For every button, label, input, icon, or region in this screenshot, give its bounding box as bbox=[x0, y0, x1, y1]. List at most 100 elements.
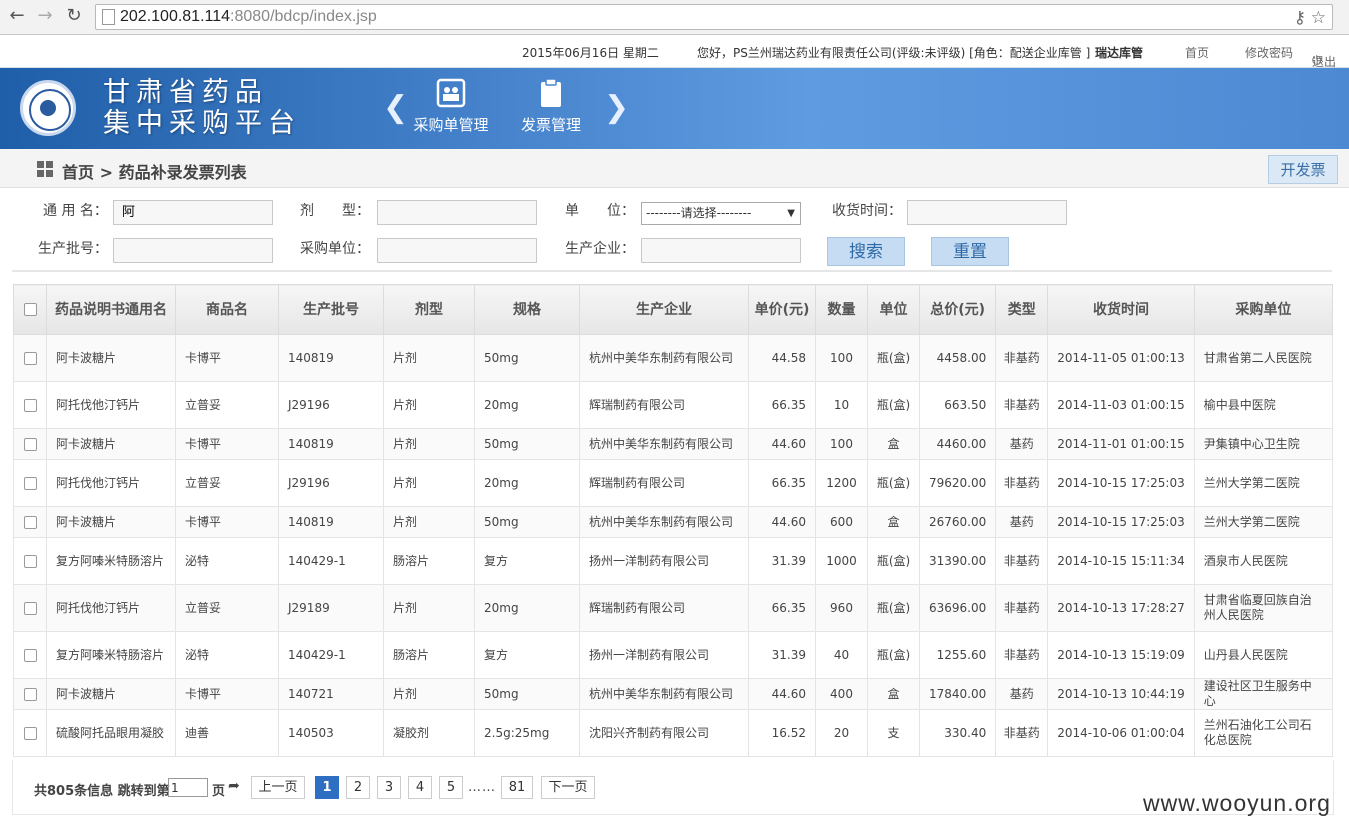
page-button-1[interactable]: 1 bbox=[315, 776, 339, 799]
page-button-4[interactable]: 4 bbox=[408, 776, 432, 799]
cell-unit: 支 bbox=[867, 709, 920, 757]
table-row[interactable]: 硫酸阿托品眼用凝胶 迪善 140503 凝胶剂 2.5g:25mg 沈阳兴齐制药有限公司 1… bbox=[13, 709, 1334, 757]
table-row[interactable]: 阿卡波糖片 卡博平 140819 片剂 50mg 杭州中美华东制药有限公司 44.60 100… bbox=[13, 428, 1334, 460]
cell-total-price: 330.40 bbox=[918, 709, 997, 757]
row-checkbox[interactable] bbox=[23, 601, 37, 615]
go-arrow-icon[interactable]: ➦ bbox=[228, 778, 240, 794]
col-unit-price: 单价(元) bbox=[748, 284, 816, 335]
cell-manufacturer: 扬州一洋制药有限公司 bbox=[579, 537, 749, 585]
key-icon[interactable]: ⚷ bbox=[1294, 8, 1306, 27]
row-select-cell bbox=[13, 584, 47, 632]
change-password-link[interactable]: 修改密码 bbox=[1245, 44, 1293, 61]
breadcrumb-home[interactable]: 首页 bbox=[62, 163, 94, 182]
page-button-5[interactable]: 5 bbox=[439, 776, 463, 799]
table-row[interactable]: 阿卡波糖片 卡博平 140819 片剂 50mg 杭州中美华东制药有限公司 44.58 100… bbox=[13, 334, 1334, 382]
search-form: 通 用 名： 阿 剂 型： 单 位： --------请选择-------- ▼… bbox=[12, 188, 1332, 272]
last-page-button[interactable]: 81 bbox=[501, 776, 533, 799]
cell-quantity: 10 bbox=[815, 381, 868, 429]
cell-purchaser: 兰州大学第二医院 bbox=[1193, 459, 1334, 507]
table-row[interactable]: 阿卡波糖片 卡博平 140819 片剂 50mg 杭州中美华东制药有限公司 44.60 600… bbox=[13, 506, 1334, 538]
menu-invoice-management[interactable]: 发票管理 bbox=[501, 78, 601, 135]
cell-manufacturer: 杭州中美华东制药有限公司 bbox=[579, 428, 749, 460]
cell-unit: 瓶(盒) bbox=[867, 381, 920, 429]
cell-purchaser: 兰州石油化工公司石化总医院 bbox=[1193, 709, 1334, 757]
row-checkbox[interactable] bbox=[23, 687, 37, 701]
table-row[interactable]: 复方阿嗪米特肠溶片 泌特 140429-1 肠溶片 复方 扬州一洋制药有限公司 31.39 4… bbox=[13, 631, 1334, 679]
cell-quantity: 100 bbox=[815, 334, 868, 382]
row-checkbox[interactable] bbox=[23, 554, 37, 568]
cell-spec: 50mg bbox=[474, 506, 580, 538]
cell-brand-name: 卡博平 bbox=[175, 678, 279, 710]
cell-quantity: 400 bbox=[815, 678, 868, 710]
prev-page-button[interactable]: 上一页 bbox=[251, 776, 305, 799]
reset-button[interactable]: 重置 bbox=[931, 237, 1009, 266]
cell-generic-name: 阿卡波糖片 bbox=[46, 678, 176, 710]
page-button-2[interactable]: 2 bbox=[346, 776, 370, 799]
star-icon[interactable]: ☆ bbox=[1311, 8, 1326, 27]
table-row[interactable]: 阿托伐他汀钙片 立普妥 J29196 片剂 20mg 辉瑞制药有限公司 66.35 1200 瓶… bbox=[13, 459, 1334, 507]
menu-purchase-orders[interactable]: 采购单管理 bbox=[401, 78, 501, 135]
clipboard-icon bbox=[541, 78, 561, 107]
cell-receive-time: 2014-10-13 15:19:09 bbox=[1047, 631, 1195, 679]
dropdown-caret-icon: ▼ bbox=[787, 208, 795, 219]
row-checkbox[interactable] bbox=[23, 476, 37, 490]
manufacturer-input[interactable] bbox=[641, 238, 801, 263]
cell-type: 非基药 bbox=[995, 537, 1049, 585]
cell-spec: 20mg bbox=[474, 584, 580, 632]
cell-batch: J29196 bbox=[278, 381, 384, 429]
cell-manufacturer: 沈阳兴齐制药有限公司 bbox=[579, 709, 749, 757]
cell-batch: J29189 bbox=[278, 584, 384, 632]
page-jump-input[interactable]: 1 bbox=[168, 778, 208, 797]
col-batch: 生产批号 bbox=[278, 284, 384, 335]
row-select-cell bbox=[13, 678, 47, 710]
cell-batch: 140819 bbox=[278, 428, 384, 460]
cell-type: 基药 bbox=[995, 428, 1049, 460]
forward-icon[interactable]: → bbox=[34, 5, 56, 27]
cell-receive-time: 2014-10-06 01:00:04 bbox=[1047, 709, 1195, 757]
table-row[interactable]: 阿托伐他汀钙片 立普妥 J29196 片剂 20mg 辉瑞制药有限公司 66.35 10 瓶(盒… bbox=[13, 381, 1334, 429]
row-select-cell bbox=[13, 334, 47, 382]
next-page-button[interactable]: 下一页 bbox=[541, 776, 595, 799]
url-path: :8080/bdcp/index.jsp bbox=[230, 8, 377, 25]
select-all-checkbox[interactable] bbox=[23, 303, 37, 316]
cell-unit: 盒 bbox=[867, 428, 920, 460]
row-checkbox[interactable] bbox=[23, 648, 37, 662]
receive-time-input[interactable] bbox=[907, 200, 1067, 225]
row-checkbox[interactable] bbox=[23, 437, 37, 451]
cell-receive-time: 2014-11-01 01:00:15 bbox=[1047, 428, 1195, 460]
menu-next-arrow-icon[interactable]: ❯ bbox=[604, 93, 629, 123]
invoice-table: 药品说明书通用名 商品名 生产批号 剂型 规格 生产企业 单价(元) 数量 单位… bbox=[13, 284, 1334, 757]
search-button[interactable]: 搜索 bbox=[827, 237, 905, 266]
generic-name-input[interactable]: 阿 bbox=[113, 200, 273, 225]
row-checkbox[interactable] bbox=[23, 398, 37, 412]
page-button-3[interactable]: 3 bbox=[377, 776, 401, 799]
dosage-form-input[interactable] bbox=[377, 200, 537, 225]
back-icon[interactable]: ← bbox=[6, 5, 28, 27]
row-checkbox[interactable] bbox=[23, 726, 37, 740]
cell-quantity: 960 bbox=[815, 584, 868, 632]
cell-total-price: 4460.00 bbox=[918, 428, 997, 460]
grid-icon bbox=[37, 161, 53, 177]
issue-invoice-button[interactable]: 开发票 bbox=[1268, 155, 1338, 184]
table-row[interactable]: 阿卡波糖片 卡博平 140721 片剂 50mg 杭州中美华东制药有限公司 44.60 400… bbox=[13, 678, 1334, 710]
row-checkbox[interactable] bbox=[23, 351, 37, 365]
row-checkbox[interactable] bbox=[23, 515, 37, 529]
cell-generic-name: 阿托伐他汀钙片 bbox=[46, 381, 176, 429]
reload-icon[interactable]: ↻ bbox=[63, 5, 85, 27]
cell-unit: 瓶(盒) bbox=[867, 537, 920, 585]
cell-generic-name: 阿卡波糖片 bbox=[46, 428, 176, 460]
cell-type: 非基药 bbox=[995, 334, 1049, 382]
table-row[interactable]: 阿托伐他汀钙片 立普妥 J29189 片剂 20mg 辉瑞制药有限公司 66.35 960 瓶(… bbox=[13, 584, 1334, 632]
purchaser-input[interactable] bbox=[377, 238, 537, 263]
cell-brand-name: 卡博平 bbox=[175, 428, 279, 460]
cell-generic-name: 阿卡波糖片 bbox=[46, 334, 176, 382]
cell-total-price: 17840.00 bbox=[918, 678, 997, 710]
batch-input[interactable] bbox=[113, 238, 273, 263]
cell-unit: 盒 bbox=[867, 506, 920, 538]
table-row[interactable]: 复方阿嗪米特肠溶片 泌特 140429-1 肠溶片 复方 扬州一洋制药有限公司 31.39 1… bbox=[13, 537, 1334, 585]
home-link[interactable]: 首页 bbox=[1185, 44, 1209, 61]
cell-quantity: 1200 bbox=[815, 459, 868, 507]
cell-brand-name: 迪善 bbox=[175, 709, 279, 757]
address-bar[interactable]: 202.100.81.114:8080/bdcp/index.jsp ⚷ ☆ bbox=[95, 4, 1333, 30]
unit-select[interactable]: --------请选择-------- ▼ bbox=[641, 202, 801, 225]
